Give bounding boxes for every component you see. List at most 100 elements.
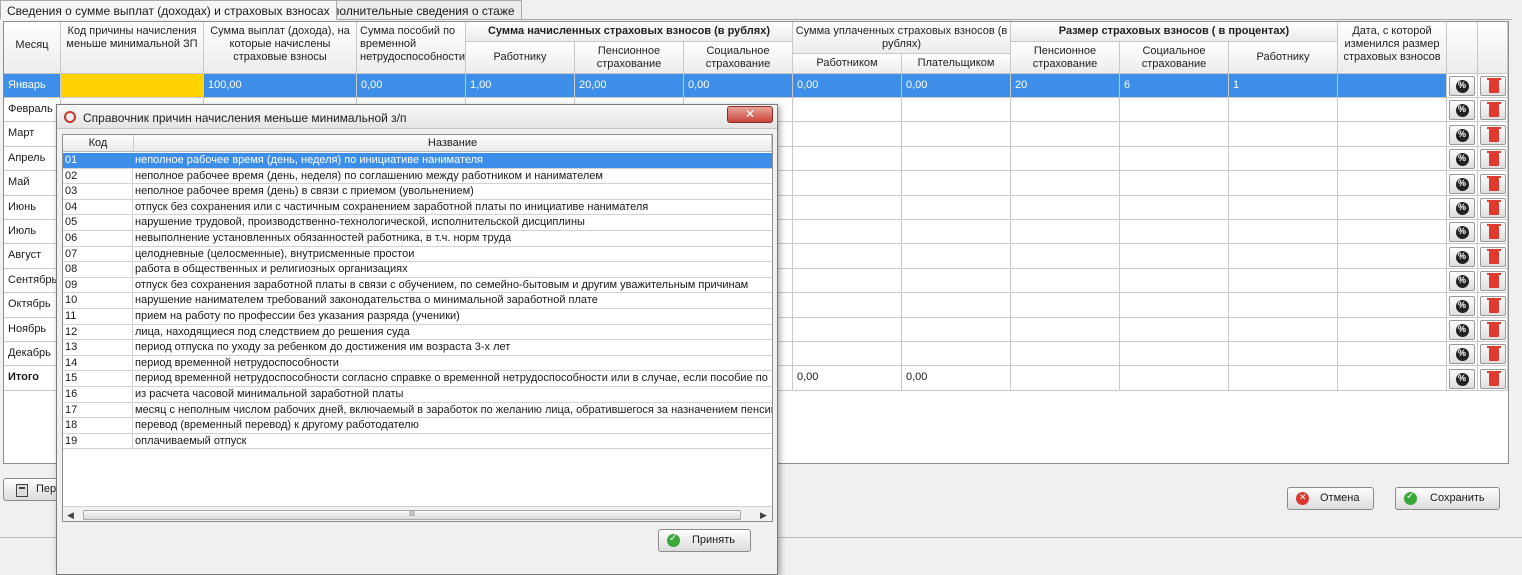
table-cell[interactable] — [1011, 293, 1120, 318]
table-cell[interactable] — [1120, 244, 1229, 269]
cell-paid-employee[interactable]: 0,00 — [793, 74, 902, 98]
table-cell[interactable] — [1011, 146, 1120, 172]
table-cell[interactable] — [1120, 220, 1229, 245]
cell-reason-code-input[interactable] — [61, 74, 204, 98]
table-cell[interactable] — [1229, 317, 1338, 342]
accept-button[interactable]: Принять — [658, 529, 751, 552]
table-cell[interactable] — [1120, 146, 1229, 172]
calculate-button[interactable]: Пер — [3, 478, 59, 501]
delete-row-button[interactable] — [1480, 198, 1506, 218]
table-cell[interactable] — [1011, 122, 1120, 147]
reason-row[interactable]: 01 неполное рабочее время (день, неделя) … — [63, 153, 772, 169]
table-cell[interactable] — [1338, 195, 1447, 220]
close-button[interactable]: ✕ — [727, 106, 773, 123]
tab-additional-experience[interactable]: Дополнительные сведения о стаже — [311, 0, 522, 20]
table-cell[interactable] — [1229, 122, 1338, 147]
delete-row-button[interactable] — [1480, 295, 1506, 316]
reason-row[interactable]: 03 неполное рабочее время (день) в связи … — [63, 184, 772, 200]
delete-row-button[interactable] — [1480, 320, 1506, 340]
table-cell[interactable] — [1120, 195, 1229, 220]
reason-row[interactable]: 19 оплачиваемый отпуск — [63, 433, 772, 450]
table-cell[interactable] — [1120, 171, 1229, 196]
table-cell[interactable] — [1338, 244, 1447, 269]
cell-change-date[interactable] — [1338, 74, 1447, 98]
table-cell[interactable] — [902, 317, 1011, 342]
table-cell[interactable] — [902, 171, 1011, 196]
table-cell[interactable] — [1229, 171, 1338, 196]
table-cell[interactable] — [1229, 220, 1338, 245]
scroll-right-icon[interactable]: ▶ — [760, 510, 767, 521]
table-cell[interactable] — [902, 293, 1011, 318]
table-cell[interactable] — [1229, 293, 1338, 318]
percent-rate-button[interactable] — [1449, 76, 1475, 96]
table-cell[interactable] — [1011, 98, 1120, 123]
table-cell[interactable] — [1338, 293, 1447, 318]
reason-row[interactable]: 07 целодневные (целосменные), внутрисменн… — [63, 246, 772, 263]
header-name[interactable]: Название — [134, 135, 772, 152]
reason-row[interactable]: 16 из расчета часовой минимальной заработ… — [63, 387, 772, 403]
percent-rate-button[interactable] — [1449, 320, 1475, 340]
table-cell[interactable] — [1338, 146, 1447, 172]
table-cell[interactable] — [793, 317, 902, 342]
table-cell[interactable] — [1338, 220, 1447, 245]
table-cell[interactable] — [1338, 98, 1447, 123]
table-cell[interactable] — [1229, 342, 1338, 367]
reason-row[interactable]: 04 отпуск без сохранения или с частичным … — [63, 199, 772, 216]
table-cell[interactable] — [1229, 98, 1338, 123]
delete-row-button[interactable] — [1480, 368, 1506, 389]
reason-row[interactable]: 10 нарушение нанимателем требований закон… — [63, 293, 772, 309]
delete-row-button[interactable] — [1480, 173, 1506, 194]
table-cell[interactable] — [793, 268, 902, 294]
scroll-thumb[interactable]: III — [83, 510, 741, 520]
reason-row[interactable]: 02 неполное рабочее время (день, неделя) … — [63, 168, 772, 185]
percent-rate-button[interactable] — [1449, 344, 1475, 365]
delete-row-button[interactable] — [1480, 100, 1506, 121]
reason-row[interactable]: 17 месяц с неполным числом рабочих дней, … — [63, 402, 772, 419]
table-cell[interactable] — [1229, 244, 1338, 269]
table-cell[interactable] — [1011, 244, 1120, 269]
percent-rate-button[interactable] — [1449, 271, 1475, 292]
table-cell[interactable] — [1120, 293, 1229, 318]
table-cell[interactable] — [1011, 220, 1120, 245]
cell-accrued-pension[interactable]: 20,00 — [575, 74, 684, 98]
cell-rate-social[interactable]: 6 — [1120, 74, 1229, 98]
percent-rate-button[interactable] — [1449, 100, 1475, 121]
cell-rate-employee[interactable]: 1 — [1229, 74, 1338, 98]
reason-row[interactable]: 08 работа в общественных и религиозных ор… — [63, 262, 772, 278]
percent-rate-button[interactable] — [1449, 222, 1475, 243]
table-cell[interactable] — [1011, 317, 1120, 342]
table-cell[interactable] — [793, 195, 902, 220]
table-cell[interactable] — [793, 342, 902, 367]
table-cell[interactable] — [793, 171, 902, 196]
reason-row[interactable]: 15 период временной нетрудоспособности со… — [63, 371, 772, 387]
reason-row[interactable]: 13 период отпуска по уходу за ребенком до… — [63, 340, 772, 356]
table-cell[interactable] — [1338, 268, 1447, 294]
delete-row-button[interactable] — [1480, 222, 1506, 243]
table-cell[interactable] — [1229, 146, 1338, 172]
reason-row[interactable]: 18 перевод (временный перевод) к другому … — [63, 418, 772, 434]
table-cell[interactable] — [902, 220, 1011, 245]
table-cell[interactable] — [1120, 342, 1229, 367]
percent-rate-button[interactable] — [1449, 198, 1475, 218]
table-cell[interactable] — [1120, 98, 1229, 123]
table-cell[interactable] — [902, 195, 1011, 220]
table-cell[interactable] — [1120, 317, 1229, 342]
percent-rate-button[interactable] — [1449, 295, 1475, 316]
percent-rate-button[interactable] — [1449, 246, 1475, 267]
save-button[interactable]: Сохранить — [1395, 487, 1500, 510]
table-cell[interactable] — [793, 98, 902, 123]
table-cell[interactable] — [902, 146, 1011, 172]
cell-paid-payer[interactable]: 0,00 — [902, 74, 1011, 98]
table-cell[interactable] — [1338, 317, 1447, 342]
table-cell[interactable] — [902, 342, 1011, 367]
table-cell[interactable] — [1229, 195, 1338, 220]
percent-rate-button[interactable] — [1449, 173, 1475, 194]
horizontal-scrollbar[interactable]: ◀ III ▶ — [63, 506, 772, 521]
table-cell[interactable] — [793, 244, 902, 269]
reason-row[interactable]: 06 невыполнение установленных обязанносте… — [63, 231, 772, 247]
table-cell[interactable] — [1338, 342, 1447, 367]
percent-rate-button[interactable] — [1449, 368, 1475, 389]
cell-rate-pension[interactable]: 20 — [1011, 74, 1120, 98]
table-cell[interactable] — [902, 244, 1011, 269]
cell-accrued-employee[interactable]: 1,00 — [466, 74, 575, 98]
